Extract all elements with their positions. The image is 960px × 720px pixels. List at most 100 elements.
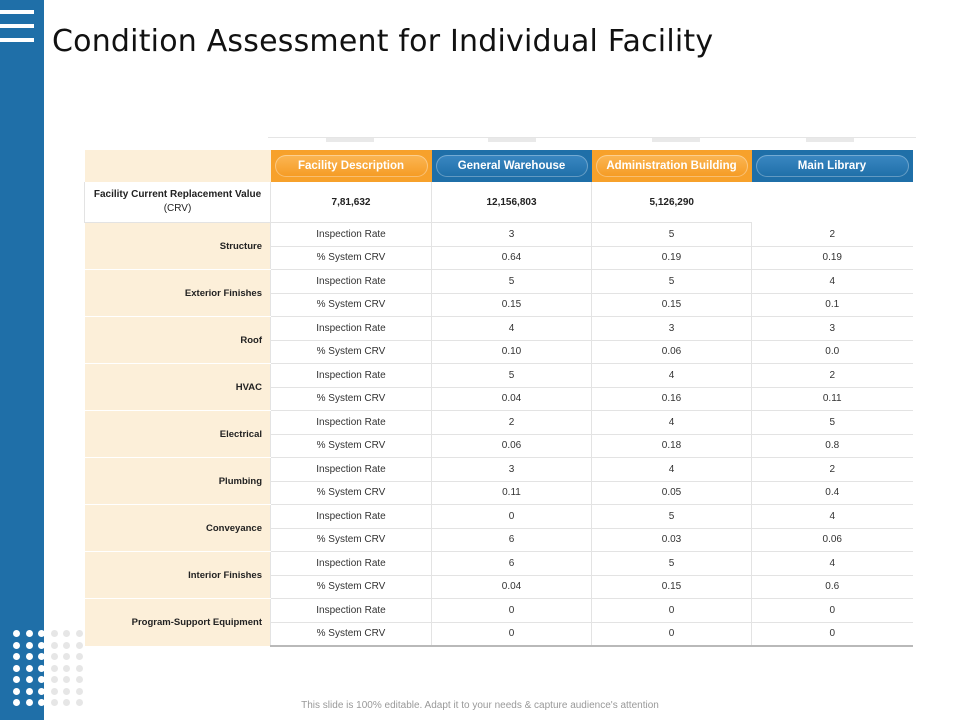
inspection-rate-value: 2 bbox=[751, 222, 913, 247]
metric-label: Inspection Rate bbox=[270, 269, 432, 294]
category-hvac: HVAC bbox=[84, 363, 271, 411]
dot-decoration bbox=[38, 630, 45, 637]
dot-decoration bbox=[75, 687, 83, 695]
dot-grid-decoration bbox=[13, 630, 93, 710]
system-crv-value: 0 bbox=[431, 622, 592, 647]
system-crv-value: 0 bbox=[591, 622, 752, 647]
crv-label-bold: Facility Current Replacement Value bbox=[93, 189, 262, 200]
dot-decoration bbox=[50, 630, 58, 637]
dot-decoration bbox=[13, 676, 20, 683]
table-row: Exterior Finishes Inspection Rate 5 5 4 bbox=[84, 269, 913, 317]
dot-decoration bbox=[25, 664, 33, 672]
header-label: Facility Description bbox=[274, 155, 428, 177]
inspection-rate-value: 4 bbox=[751, 551, 913, 576]
inspection-rate-value: 0 bbox=[431, 504, 592, 529]
header-administration-building: Administration Building bbox=[591, 150, 752, 182]
table-row: Interior Finishes Inspection Rate 6 5 4 bbox=[84, 551, 913, 599]
dot-decoration bbox=[63, 630, 70, 637]
system-crv-value: 0.04 bbox=[431, 575, 592, 599]
metric-label: Inspection Rate bbox=[270, 551, 432, 576]
dot-decoration bbox=[38, 676, 45, 683]
metric-label: % System CRV bbox=[270, 575, 432, 599]
table-row: Electrical Inspection Rate 2 4 5 bbox=[84, 410, 913, 458]
metric-label: Inspection Rate bbox=[270, 316, 432, 341]
category-plumbing: Plumbing bbox=[84, 457, 271, 505]
table-row: HVAC Inspection Rate 5 4 2 bbox=[84, 363, 913, 411]
crv-label-suffix: (CRV) bbox=[163, 203, 192, 214]
header-main-library: Main Library bbox=[751, 150, 913, 182]
dot-decoration bbox=[13, 653, 20, 660]
metric-label: % System CRV bbox=[270, 293, 432, 317]
crv-value-general-warehouse: 7,81,632 bbox=[270, 182, 432, 223]
dot-decoration bbox=[25, 630, 33, 637]
inspection-rate-value: 0 bbox=[431, 598, 592, 623]
system-crv-value: 0.8 bbox=[751, 434, 913, 458]
inspection-rate-value: 6 bbox=[431, 551, 592, 576]
inspection-rate-value: 4 bbox=[591, 457, 752, 482]
metric-label: Inspection Rate bbox=[270, 457, 432, 482]
sidebar-band bbox=[0, 0, 44, 720]
dot-decoration bbox=[63, 653, 70, 660]
category-structure: Structure bbox=[84, 222, 271, 270]
dot-decoration bbox=[50, 687, 58, 695]
category-exterior-finishes: Exterior Finishes bbox=[84, 269, 271, 317]
dot-decoration bbox=[50, 664, 58, 672]
system-crv-value: 0.11 bbox=[431, 481, 592, 505]
inspection-rate-value: 4 bbox=[431, 316, 592, 341]
system-crv-value: 0.05 bbox=[591, 481, 752, 505]
footer-note: This slide is 100% editable. Adapt it to… bbox=[301, 700, 659, 711]
hamburger-icon[interactable] bbox=[0, 10, 34, 42]
dot-decoration bbox=[38, 653, 45, 660]
table-row: Conveyance Inspection Rate 0 5 4 bbox=[84, 504, 913, 552]
inspection-rate-value: 2 bbox=[751, 363, 913, 388]
system-crv-value: 0.11 bbox=[751, 387, 913, 411]
system-crv-value: 0.15 bbox=[591, 575, 752, 599]
metric-label: % System CRV bbox=[270, 481, 432, 505]
crv-value-administration-building: 12,156,803 bbox=[431, 182, 592, 223]
header-blank-cell bbox=[84, 150, 271, 182]
inspection-rate-value: 0 bbox=[751, 598, 913, 623]
assessment-table: Facility Description General Warehouse A… bbox=[84, 150, 913, 647]
dot-decoration bbox=[75, 641, 83, 649]
dot-decoration bbox=[50, 676, 58, 683]
metric-label: Inspection Rate bbox=[270, 598, 432, 623]
system-crv-value: 0.64 bbox=[431, 246, 592, 270]
crv-label-cell: Facility Current Replacement Value (CRV) bbox=[84, 182, 271, 223]
dot-decoration bbox=[50, 653, 58, 660]
dot-decoration bbox=[75, 653, 83, 660]
dot-decoration bbox=[63, 676, 70, 683]
metric-label: % System CRV bbox=[270, 528, 432, 552]
system-crv-value: 0.06 bbox=[751, 528, 913, 552]
inspection-rate-value: 3 bbox=[431, 457, 592, 482]
inspection-rate-value: 5 bbox=[591, 222, 752, 247]
category-interior-finishes: Interior Finishes bbox=[84, 551, 271, 599]
dot-decoration bbox=[13, 664, 20, 672]
metric-label: % System CRV bbox=[270, 340, 432, 364]
inspection-rate-value: 3 bbox=[431, 222, 592, 247]
inspection-rate-value: 4 bbox=[751, 269, 913, 294]
system-crv-value: 0.18 bbox=[591, 434, 752, 458]
system-crv-value: 0.15 bbox=[431, 293, 592, 317]
table-row: Structure Inspection Rate 3 5 2 bbox=[84, 222, 913, 270]
inspection-rate-value: 4 bbox=[591, 410, 752, 435]
inspection-rate-value: 2 bbox=[751, 457, 913, 482]
system-crv-value: 0.6 bbox=[751, 575, 913, 599]
inspection-rate-value: 4 bbox=[751, 504, 913, 529]
dot-decoration bbox=[25, 687, 33, 695]
metric-label: % System CRV bbox=[270, 246, 432, 270]
inspection-rate-value: 4 bbox=[591, 363, 752, 388]
header-label: Main Library bbox=[755, 155, 909, 177]
system-crv-value: 0.15 bbox=[591, 293, 752, 317]
dot-decoration bbox=[38, 687, 45, 695]
system-crv-value: 0.1 bbox=[751, 293, 913, 317]
category-program-support-equipment: Program-Support Equipment bbox=[84, 598, 271, 647]
table-row: Roof Inspection Rate 4 3 3 bbox=[84, 316, 913, 364]
crv-row: Facility Current Replacement Value (CRV)… bbox=[84, 182, 913, 223]
dot-decoration bbox=[63, 687, 70, 695]
dot-decoration bbox=[13, 641, 20, 649]
header-label: Administration Building bbox=[595, 155, 748, 177]
dot-decoration bbox=[25, 653, 33, 660]
dot-decoration bbox=[38, 641, 45, 649]
table-row: Plumbing Inspection Rate 3 4 2 bbox=[84, 457, 913, 505]
metric-label: % System CRV bbox=[270, 387, 432, 411]
